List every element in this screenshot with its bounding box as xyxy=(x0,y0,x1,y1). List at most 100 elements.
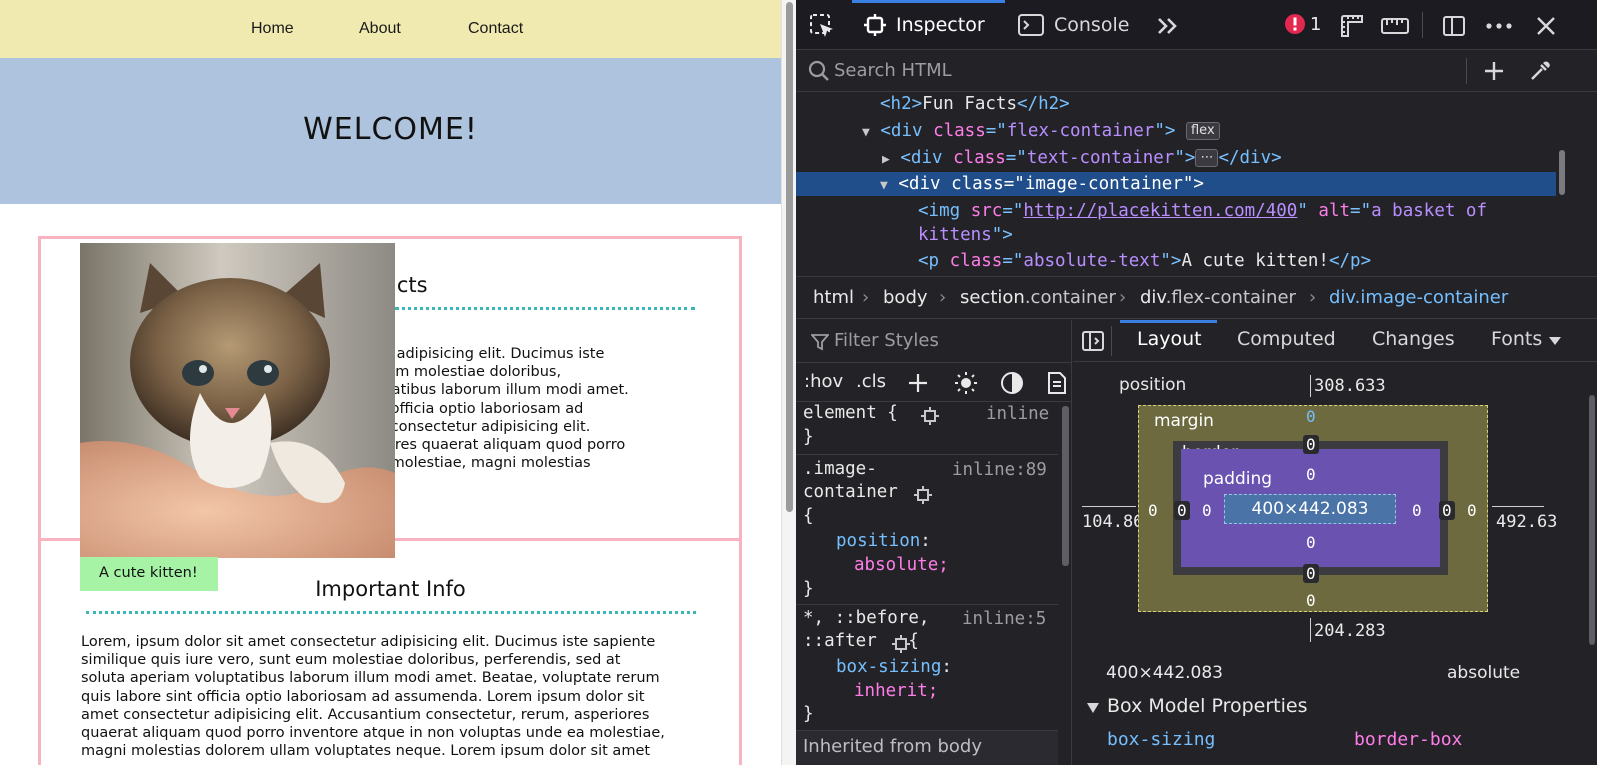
markup-img-node[interactable]: <img src="http://placekitten.com/400" al… xyxy=(918,199,1487,223)
markup-flex-container-node[interactable]: ▼ <div class="flex-container"> flex xyxy=(862,119,1220,143)
border-right-value[interactable]: 0 xyxy=(1439,501,1455,520)
toggle-sidebar-icon[interactable] xyxy=(1081,330,1105,352)
disclosure-triangle-icon[interactable] xyxy=(1086,701,1100,715)
search-html-input[interactable]: Search HTML xyxy=(834,60,952,81)
rule-divider xyxy=(796,604,1058,605)
tab-inspector-label: Inspector xyxy=(896,14,985,36)
breadcrumb-flex-container[interactable]: div.flex-container xyxy=(1140,287,1296,308)
attr-value: a basket of xyxy=(1371,201,1488,221)
markup-scrollbar-thumb[interactable] xyxy=(1559,150,1565,195)
img-src-link[interactable]: http://placekitten.com/400 xyxy=(1023,201,1297,221)
tab-inspector[interactable]: Inspector xyxy=(864,0,985,50)
attr-value: text-container xyxy=(1026,148,1175,168)
padding-top-value[interactable]: 0 xyxy=(1306,465,1316,484)
search-separator xyxy=(1466,58,1467,84)
border-top-value[interactable]: 0 xyxy=(1303,435,1319,454)
error-icon[interactable] xyxy=(1284,13,1306,35)
margin-top-value[interactable]: 0 xyxy=(1306,407,1316,426)
eyedropper-icon[interactable] xyxy=(1526,57,1554,85)
dock-side-icon[interactable] xyxy=(1440,12,1468,40)
rules-scrollbar-thumb[interactable] xyxy=(1062,406,1069,566)
css-property-value[interactable]: absolute; xyxy=(854,555,949,575)
highlight-selector-icon[interactable] xyxy=(891,634,911,654)
collapse-triangle-icon[interactable]: ▼ xyxy=(862,121,870,145)
border-left-value[interactable]: 0 xyxy=(1174,501,1190,520)
image-container-rule-source[interactable]: inline:89 xyxy=(952,460,1047,480)
css-declaration-box-sizing[interactable]: box-sizing: xyxy=(836,656,952,680)
fun-facts-text: r adipisicing elit. Ducimus iste um mole… xyxy=(386,345,629,472)
padding-left-value[interactable]: 0 xyxy=(1202,501,1212,520)
nav-home-link[interactable]: Home xyxy=(251,20,294,38)
grid-ruler-icon[interactable] xyxy=(1338,12,1366,40)
markup-text-container-node[interactable]: ▶ <div class="text-container"> ⋯ </div> xyxy=(882,146,1282,170)
ellipsis-badge[interactable]: ⋯ xyxy=(1195,149,1219,167)
html-search-bar: Search HTML xyxy=(796,51,1597,92)
padding-bottom-value[interactable]: 0 xyxy=(1306,533,1316,552)
box-sizing-value[interactable]: border-box xyxy=(1354,729,1462,750)
filter-styles-input[interactable]: Filter Styles xyxy=(834,330,939,351)
crumb-class: .flex-container xyxy=(1165,287,1296,308)
dark-mode-icon[interactable] xyxy=(999,370,1025,396)
box-model-properties-header[interactable]: Box Model Properties xyxy=(1107,695,1307,717)
element-rule-selector: element { xyxy=(803,403,898,423)
universal-rule-source[interactable]: inline:5 xyxy=(962,609,1046,629)
position-right-value[interactable]: 492.63 xyxy=(1496,512,1557,532)
border-bottom-value[interactable]: 0 xyxy=(1303,564,1319,583)
margin-left-value[interactable]: 0 xyxy=(1148,501,1158,520)
print-media-icon[interactable] xyxy=(1045,370,1069,396)
element-picker-icon[interactable] xyxy=(808,12,836,40)
css-value[interactable]: absolute; xyxy=(854,554,949,578)
margin-bottom-value[interactable]: 0 xyxy=(1306,591,1316,610)
page-scrollbar[interactable] xyxy=(781,0,796,765)
expand-triangle-icon[interactable]: ▶ xyxy=(882,148,890,172)
close-icon[interactable] xyxy=(1532,12,1560,40)
markup-view: <h2>Fun Facts</h2> ▼ <div class="flex-co… xyxy=(796,92,1568,274)
markup-p-node[interactable]: <p class="absolute-text">A cute kitten!<… xyxy=(918,249,1371,273)
add-rule-icon[interactable] xyxy=(906,371,930,395)
css-value[interactable]: inherit; xyxy=(854,680,938,704)
more-options-icon[interactable] xyxy=(1484,12,1514,40)
breadcrumb-html[interactable]: html xyxy=(813,287,854,308)
breadcrumb-body[interactable]: body xyxy=(883,287,928,308)
nav-contact-link[interactable]: Contact xyxy=(468,20,523,38)
universal-selector: *, ::before, xyxy=(803,608,930,628)
position-top-value[interactable]: 308.633 xyxy=(1314,376,1386,396)
text-line: Lorem, ipsum dolor sit amet consectetur … xyxy=(81,634,656,650)
rules-pane: Filter Styles :hov .cls element { inline… xyxy=(796,320,1072,765)
margin-right-value[interactable]: 0 xyxy=(1467,501,1477,520)
css-declaration-position[interactable]: position: xyxy=(836,530,931,554)
class-toggle[interactable]: .cls xyxy=(856,371,886,392)
highlight-selector-icon[interactable] xyxy=(913,485,933,505)
element-rule-source[interactable]: inline xyxy=(986,404,1049,424)
scrollbar-thumb[interactable] xyxy=(786,2,793,512)
css-property-name[interactable]: position xyxy=(836,531,920,551)
hover-state-toggle[interactable]: :hov xyxy=(804,371,843,392)
css-property-value[interactable]: inherit; xyxy=(854,681,938,701)
markup-h2-node[interactable]: <h2>Fun Facts</h2> xyxy=(880,92,1070,116)
padding-right-value[interactable]: 0 xyxy=(1412,501,1422,520)
light-mode-icon[interactable] xyxy=(953,370,979,396)
nav-about-link[interactable]: About xyxy=(359,20,401,38)
more-tabs-chevron-icon[interactable] xyxy=(1154,12,1182,40)
flex-badge[interactable]: flex xyxy=(1185,122,1220,140)
layout-scrollbar-thumb[interactable] xyxy=(1589,395,1595,645)
tab-computed[interactable]: Computed xyxy=(1237,328,1336,350)
tabs-overflow-chevron-icon[interactable] xyxy=(1547,334,1563,348)
tab-layout[interactable]: Layout xyxy=(1137,328,1202,350)
breadcrumb-section[interactable]: section.container xyxy=(960,287,1116,308)
box-model-content[interactable]: 400×442.083 xyxy=(1224,494,1396,524)
tab-console[interactable]: Console xyxy=(1018,0,1129,50)
position-bottom-value[interactable]: 204.283 xyxy=(1314,621,1386,641)
css-property-name[interactable]: box-sizing xyxy=(836,657,941,677)
add-node-icon[interactable] xyxy=(1480,57,1508,85)
markup-image-container-node-selected[interactable]: ▼ <div class="image-container"> xyxy=(796,172,1556,196)
breadcrumb-image-container[interactable]: div.image-container xyxy=(1329,287,1508,308)
tab-changes[interactable]: Changes xyxy=(1372,328,1455,350)
measure-ruler-icon[interactable] xyxy=(1380,12,1410,40)
tab-fonts[interactable]: Fonts xyxy=(1491,328,1542,350)
highlight-selector-icon[interactable] xyxy=(920,406,940,426)
breadcrumb: html › body › section.container › div.fl… xyxy=(796,276,1597,319)
collapse-triangle-icon[interactable]: ▼ xyxy=(880,174,888,198)
text-line: um molestiae doloribus, xyxy=(386,364,562,381)
selector-text: ::after xyxy=(803,631,877,651)
